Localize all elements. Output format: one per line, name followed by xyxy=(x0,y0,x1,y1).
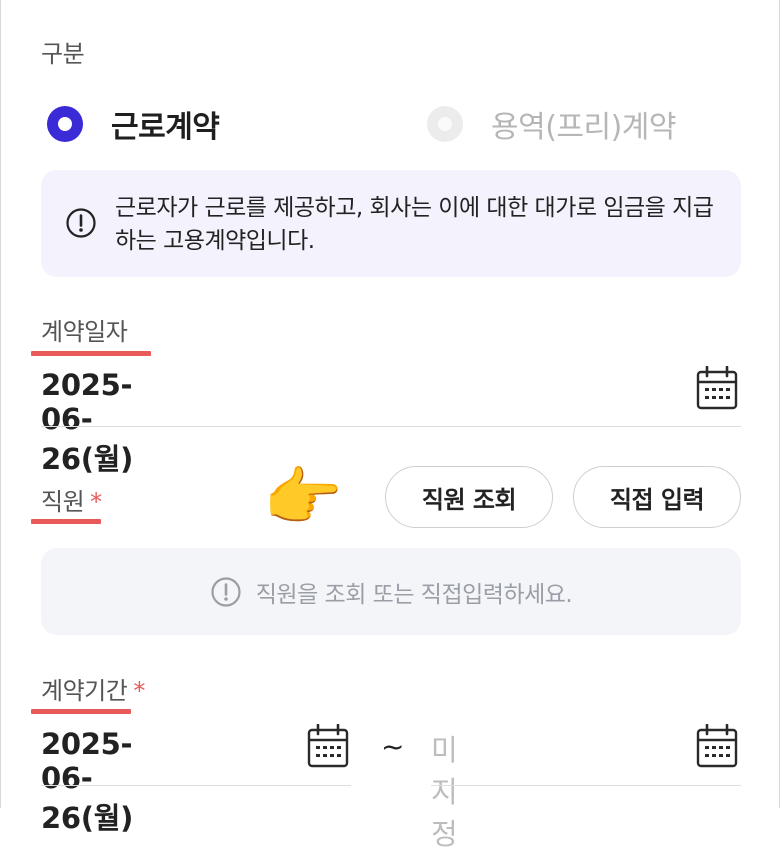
contract-start-divider xyxy=(41,785,351,786)
employee-label: 직원 * xyxy=(41,482,102,517)
period-separator: ~ xyxy=(381,730,405,763)
category-info-box: 근로자가 근로를 제공하고, 회사는 이에 대한 대가로 임금을 지급하는 고용… xyxy=(41,170,741,277)
employee-label-text: 직원 xyxy=(41,488,85,516)
contract-start-value[interactable]: 2025-06-26(월) xyxy=(41,727,133,837)
calendar-icon[interactable] xyxy=(307,724,349,768)
category-label: 구분 xyxy=(41,40,85,68)
radio-selected-icon[interactable] xyxy=(47,106,83,142)
info-icon xyxy=(66,208,96,238)
employee-empty-message: 직원을 조회 또는 직접입력하세요. xyxy=(255,581,573,608)
required-mark: * xyxy=(133,677,145,705)
employee-lookup-button[interactable]: 직원 조회 xyxy=(385,466,553,528)
contract-period-highlight xyxy=(31,709,131,714)
form-panel: 구분 근로계약 용역(프리)계약 근로자가 근로를 제공하고, 회사는 이에 대… xyxy=(0,0,780,851)
contract-date-label: 계약일자 xyxy=(41,318,128,346)
contract-date-divider xyxy=(41,426,741,427)
employee-highlight xyxy=(31,519,101,524)
employee-manual-input-button[interactable]: 직접 입력 xyxy=(573,466,741,528)
employee-empty-box: 직원을 조회 또는 직접입력하세요. xyxy=(41,548,741,635)
contract-date-highlight xyxy=(31,351,151,356)
required-mark: * xyxy=(90,488,102,516)
category-info-text: 근로자가 근로를 제공하고, 회사는 이에 대한 대가로 임금을 지급하는 고용… xyxy=(115,195,714,254)
contract-period-label-text: 계약기간 xyxy=(41,677,128,705)
calendar-icon[interactable] xyxy=(696,724,738,768)
calendar-icon[interactable] xyxy=(696,366,738,410)
radio-label-service: 용역(프리)계약 xyxy=(491,110,677,145)
radio-labor-contract[interactable]: 근로계약 xyxy=(47,102,220,146)
contract-date-value[interactable]: 2025-06-26(월) xyxy=(41,368,133,478)
contract-end-placeholder[interactable]: 미지정 xyxy=(431,727,458,853)
radio-label-labor: 근로계약 xyxy=(111,110,220,145)
radio-unselected-icon[interactable] xyxy=(427,106,463,142)
radio-service-contract[interactable]: 용역(프리)계약 xyxy=(427,102,677,146)
info-icon xyxy=(211,576,241,607)
contract-period-label: 계약기간 * xyxy=(41,671,145,706)
pointing-hand-icon: 👉 xyxy=(263,461,343,535)
contract-end-divider xyxy=(431,785,741,786)
